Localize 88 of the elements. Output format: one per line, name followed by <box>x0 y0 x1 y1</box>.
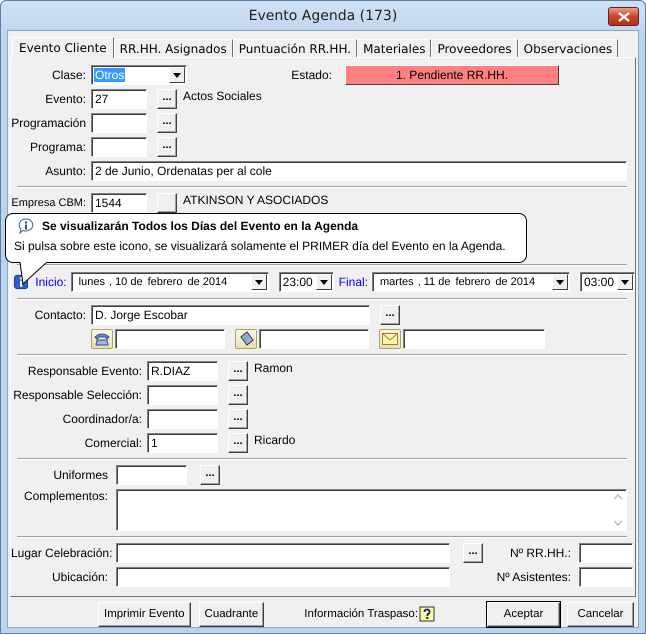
field-label: Responsable Selección: <box>12 388 142 402</box>
input-field[interactable]: 2 de Junio, Ordenatas per al cole <box>91 161 627 181</box>
field-label: Programación <box>11 116 86 130</box>
input-field[interactable] <box>116 465 187 485</box>
input-field[interactable] <box>403 329 545 349</box>
lookup-value: Actos Sociales <box>183 89 262 103</box>
input-field[interactable]: D. Jorge Escobar <box>91 305 370 325</box>
phone-icon <box>94 332 110 346</box>
mobile-button[interactable] <box>235 329 257 349</box>
tooltip-title: Se visualizarán Todos los Días del Evento en la Agenda <box>42 219 358 233</box>
lookup-button[interactable]: ... <box>157 113 177 133</box>
lookup-button[interactable]: ... <box>380 305 400 325</box>
lookup-button[interactable]: ... <box>228 385 248 405</box>
field-label: Programa: <box>28 140 86 154</box>
lookup-button[interactable]: ... <box>157 137 177 157</box>
field-label: Empresa CBM: <box>11 197 86 209</box>
field-label: Coordinador/a: <box>62 412 142 426</box>
input-field[interactable]: 1 <box>147 433 218 453</box>
input-field[interactable] <box>116 567 450 587</box>
caret-icon <box>173 72 181 78</box>
close-icon <box>618 12 630 22</box>
input-field[interactable] <box>91 137 147 157</box>
field-label: Evento: <box>44 92 86 106</box>
field-label: Uniformes <box>52 468 108 482</box>
dialog-button[interactable]: Cancelar <box>567 602 634 626</box>
caret-icon <box>320 280 328 284</box>
tab[interactable]: Proveedores <box>431 39 518 57</box>
input-field[interactable]: R.DIAZ <box>147 361 218 381</box>
dialog-button[interactable]: Cuadrante <box>198 602 264 626</box>
input-field[interactable] <box>115 329 225 349</box>
field-label: Ubicación: <box>50 570 108 584</box>
email-button[interactable] <box>379 329 401 349</box>
accept-button[interactable]: Aceptar <box>487 602 560 626</box>
tooltip-text: Si pulsa sobre este icono, se visualizará solamente el PRIMER día del Evento en la Agenda. <box>14 239 507 253</box>
lookup-button[interactable]: ... <box>200 465 220 485</box>
date-picker[interactable]: lunes , 10 de febrero de 2014 <box>70 272 269 292</box>
company-name: ATKINSON Y ASOCIADOS <box>183 193 328 207</box>
input-field[interactable] <box>91 113 147 133</box>
input-field[interactable] <box>147 385 218 405</box>
text-area[interactable] <box>116 489 627 531</box>
lookup-button[interactable]: ... <box>157 89 177 109</box>
field-label: Nº RR.HH.: <box>508 546 571 560</box>
input-field[interactable] <box>116 543 450 563</box>
date-picker[interactable]: martes , 11 de febrero de 2014 <box>372 272 570 292</box>
tab[interactable]: Evento Cliente <box>12 37 114 58</box>
lookup-button[interactable]: ... <box>228 433 248 453</box>
field-label: Nº Asistentes: <box>496 570 571 584</box>
field-label: Clase: <box>50 68 86 82</box>
status-bar: 1. Pendiente RR.HH. <box>345 65 559 85</box>
input-field[interactable] <box>147 409 218 429</box>
lookup-value: Ricardo <box>254 433 296 447</box>
info-icon <box>18 218 34 234</box>
caret-icon <box>556 280 564 284</box>
input-field[interactable] <box>259 329 369 349</box>
field-label: Asunto: <box>44 164 86 178</box>
tab[interactable]: RR.HH. Asignados <box>114 39 233 57</box>
envelope-icon <box>382 333 398 345</box>
dialog-button[interactable]: Imprimir Evento <box>98 602 191 626</box>
lookup-button[interactable] <box>157 193 177 213</box>
input-field[interactable]: 27 <box>91 89 147 109</box>
close-button[interactable] <box>608 7 639 26</box>
field-label: Complementos: <box>22 489 108 503</box>
lookup-button[interactable]: ... <box>228 409 248 429</box>
tab[interactable]: Puntuación RR.HH. <box>232 39 358 57</box>
caret-icon <box>621 280 629 284</box>
lookup-button[interactable]: ... <box>228 361 248 381</box>
caret-icon <box>254 280 263 284</box>
scroll-arrows-icon <box>613 492 623 528</box>
date-label: Inicio: <box>35 275 67 289</box>
lookup-button[interactable]: ... <box>463 543 483 563</box>
mobile-phone-icon <box>238 331 254 347</box>
lookup-value: Ramon <box>254 361 293 375</box>
time-dropdown[interactable]: 03:00 <box>580 272 635 292</box>
help-icon[interactable] <box>419 606 436 622</box>
field-label: Responsable Evento: <box>26 364 142 378</box>
input-field[interactable]: 1544 <box>91 193 147 213</box>
field-label: Comercial: <box>84 436 142 450</box>
tab[interactable]: Materiales <box>357 39 432 57</box>
date-label: Final: <box>338 275 368 289</box>
transfer-info-label: Información Traspaso: <box>304 608 418 620</box>
phone-button[interactable] <box>91 329 113 349</box>
input-field[interactable] <box>579 543 633 563</box>
field-label: Estado: <box>290 68 332 82</box>
tab[interactable]: Observaciones <box>518 39 618 57</box>
time-dropdown[interactable]: 23:00 <box>278 272 334 292</box>
input-field[interactable] <box>579 567 633 587</box>
field-label: Contacto: <box>34 308 86 322</box>
window-title: Evento Agenda (173) <box>248 8 398 24</box>
